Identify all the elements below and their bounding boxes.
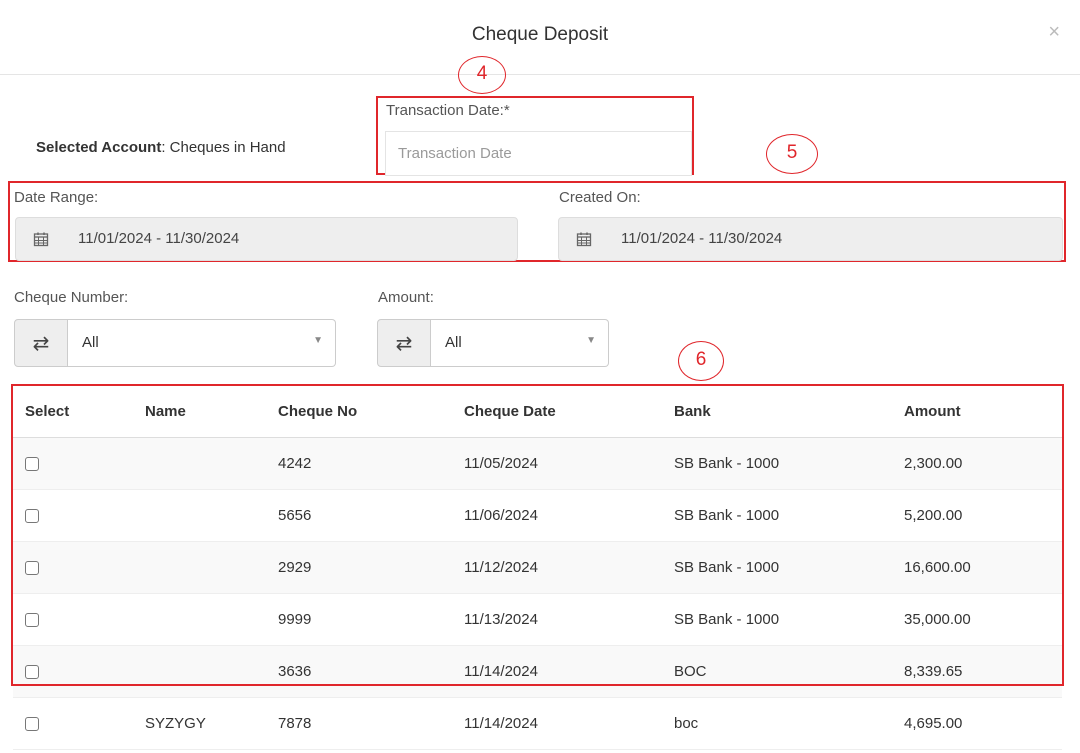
swap-arrows-icon: ⇄	[395, 332, 413, 355]
date-range-field[interactable]: 11/01/2024 - 11/30/2024	[15, 217, 518, 261]
annotation-6: 6	[678, 341, 724, 381]
amount-cell: 4,695.00	[892, 697, 1062, 750]
modal-header: Cheque Deposit ×	[0, 0, 1080, 75]
date-range-label: Date Range:	[14, 189, 99, 206]
table-row: SYZYGY 7878 11/14/2024 boc 4,695.00	[13, 697, 1062, 750]
amount-filter-value: All	[445, 334, 462, 351]
caret-down-icon: ▼	[313, 335, 323, 346]
selected-account-value: : Cheques in Hand	[161, 139, 286, 156]
cheque-number-value: All	[82, 334, 99, 351]
select-cell	[13, 697, 133, 750]
cheque-number-label: Cheque Number:	[14, 289, 129, 306]
transaction-date-label: Transaction Date:*	[386, 102, 510, 119]
annotation-4: 4	[458, 56, 506, 94]
cheque-date-cell: 11/14/2024	[452, 697, 662, 750]
created-on-label: Created On:	[559, 189, 641, 206]
transaction-date-input[interactable]	[385, 131, 692, 176]
annotation-box-6	[11, 384, 1064, 686]
amount-select[interactable]: All ▼	[431, 319, 609, 367]
amount-filter-label: Amount:	[378, 289, 434, 306]
created-on-value: 11/01/2024 - 11/30/2024	[621, 230, 783, 247]
modal-title: Cheque Deposit	[471, 24, 609, 45]
calendar-icon	[16, 218, 66, 260]
date-range-value: 11/01/2024 - 11/30/2024	[78, 230, 240, 247]
bank-cell: boc	[662, 697, 892, 750]
selected-account-label: Selected Account	[36, 139, 162, 156]
caret-down-icon: ▼	[586, 335, 596, 346]
cheque-no-cell: 7878	[266, 697, 452, 750]
cheque-number-select[interactable]: All ▼	[68, 319, 336, 367]
calendar-icon	[559, 218, 609, 260]
selected-account: Selected Account: Cheques in Hand	[36, 139, 286, 156]
created-on-field[interactable]: 11/01/2024 - 11/30/2024	[558, 217, 1063, 261]
amount-operator-button[interactable]: ⇄	[377, 319, 431, 367]
annotation-5: 5	[766, 134, 818, 174]
name-cell: SYZYGY	[133, 697, 266, 750]
swap-arrows-icon: ⇄	[32, 332, 50, 355]
close-icon[interactable]: ×	[1048, 22, 1060, 42]
cheque-number-operator-button[interactable]: ⇄	[14, 319, 68, 367]
row-checkbox[interactable]	[25, 716, 39, 731]
